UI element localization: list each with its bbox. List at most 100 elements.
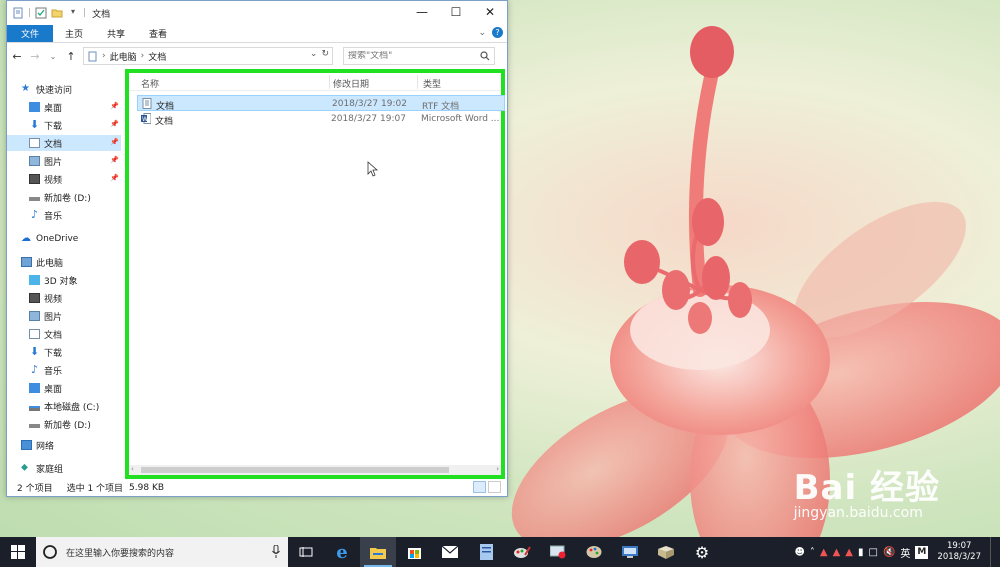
system-tray: ☻ ˄ ▲ ▲ ▲ ▮ □ 🔇 英 M 19:07 2018/3/27	[794, 537, 1000, 567]
computer-icon	[21, 257, 32, 267]
search-input[interactable]	[348, 51, 468, 61]
microphone-icon[interactable]	[272, 545, 280, 558]
sidebar-item-drive-d[interactable]: 新加卷 (D:)	[29, 189, 121, 205]
tray-app-icon[interactable]: ▲	[845, 547, 853, 558]
sidebar-item-pc-documents[interactable]: 文档	[29, 326, 121, 342]
tab-share[interactable]: 共享	[95, 25, 137, 42]
sidebar-item-documents[interactable]: 文档 📌	[7, 135, 121, 151]
show-hidden-icons-chevron-icon[interactable]: ˄	[810, 547, 815, 558]
sidebar-item-homegroup[interactable]: ⬥ 家庭组	[21, 460, 135, 476]
sidebar-item-pc-desktop[interactable]: 桌面	[29, 380, 121, 396]
sidebar-item-pictures[interactable]: 图片 📌	[29, 153, 121, 169]
action-center-icon[interactable]: □	[869, 547, 878, 558]
sidebar-item-pc-music[interactable]: ♪ 音乐	[29, 362, 121, 378]
pin-icon[interactable]: 📌	[110, 174, 119, 182]
breadcrumb-this-pc[interactable]: 此电脑	[110, 50, 137, 63]
sidebar-item-music[interactable]: ♪ 音乐	[29, 207, 121, 223]
up-arrow-icon[interactable]: ↑	[65, 50, 77, 63]
properties-icon[interactable]	[35, 7, 47, 19]
sidebar-item-pc-drive-d[interactable]: 新加卷 (D:)	[29, 416, 121, 432]
sidebar-item-label: 图片	[44, 157, 63, 168]
table-row[interactable]: 文档 2018/3/27 19:02 RTF 文档	[137, 95, 505, 112]
column-header-date[interactable]: 修改日期	[333, 77, 369, 90]
taskbar-search-box[interactable]: 在这里输入你要搜索的内容	[36, 537, 288, 567]
file-date: 2018/3/27 19:02	[332, 99, 407, 109]
file-explorer-window: | ▾ | 文档 — ☐ ✕ 文件 主页 共享 查看 ⌄ ? ← → ⌄ ↑ ›…	[6, 0, 508, 497]
large-icons-view-button[interactable]	[488, 481, 501, 493]
edge-browser-icon: e	[336, 541, 348, 563]
taskbar-network-app[interactable]	[612, 537, 648, 567]
column-header-type[interactable]: 类型	[423, 77, 441, 90]
taskbar-folder-app[interactable]	[648, 537, 684, 567]
input-language-indicator[interactable]: 英	[900, 545, 910, 560]
minimize-button[interactable]: —	[405, 1, 439, 23]
taskbar-store[interactable]	[396, 537, 432, 567]
sidebar-item-network[interactable]: 网络	[21, 437, 135, 453]
sidebar-item-onedrive[interactable]: ☁ OneDrive	[21, 231, 135, 247]
taskbar-screen-app[interactable]	[540, 537, 576, 567]
tab-view[interactable]: 查看	[137, 25, 179, 42]
address-bar[interactable]: › 此电脑 › 文档 ⌄ ↻	[83, 47, 333, 65]
search-box[interactable]	[343, 47, 495, 65]
clock-time: 19:07	[946, 541, 972, 551]
horizontal-scrollbar[interactable]: ‹ ›	[129, 465, 501, 475]
scroll-right-icon[interactable]: ›	[496, 465, 499, 473]
pin-icon[interactable]: 📌	[110, 120, 119, 128]
sidebar-item-pc-downloads[interactable]: ⬇ 下载	[29, 344, 121, 360]
tray-app-icon[interactable]: ▲	[820, 547, 828, 558]
clock[interactable]: 19:07 2018/3/27	[937, 541, 981, 563]
taskbar-palette-app[interactable]	[576, 537, 612, 567]
taskbar-edge[interactable]: e	[324, 537, 360, 567]
people-icon[interactable]: ☻	[794, 547, 804, 558]
sidebar-item-downloads[interactable]: ⬇ 下载 📌	[29, 117, 121, 133]
details-view-button[interactable]	[473, 481, 486, 493]
taskbar-settings[interactable]: ⚙	[684, 537, 720, 567]
pin-icon[interactable]: 📌	[110, 138, 119, 146]
refresh-icon[interactable]: ↻	[321, 49, 329, 59]
sidebar-item-quick-access[interactable]: ★ 快速访问	[21, 81, 135, 97]
start-button[interactable]	[0, 537, 36, 567]
back-arrow-icon[interactable]: ←	[11, 50, 23, 63]
taskbar-file-explorer[interactable]	[360, 537, 396, 567]
breadcrumb-documents[interactable]: 文档	[148, 50, 166, 63]
remote-desktop-icon	[622, 546, 638, 558]
show-desktop-button[interactable]	[990, 537, 994, 567]
customize-quick-access-icon[interactable]: ▾	[67, 7, 79, 19]
tray-app-icon[interactable]: ▲	[833, 547, 841, 558]
pin-icon[interactable]: 📌	[110, 156, 119, 164]
scroll-left-icon[interactable]: ‹	[131, 465, 134, 473]
task-view-button[interactable]	[288, 537, 324, 567]
sidebar-item-3d-objects[interactable]: 3D 对象	[29, 272, 121, 288]
sidebar-item-pc-videos[interactable]: 视频	[29, 290, 121, 306]
tab-home[interactable]: 主页	[53, 25, 95, 42]
forward-arrow-icon[interactable]: →	[29, 50, 41, 63]
close-button[interactable]: ✕	[473, 1, 507, 23]
volume-muted-icon[interactable]: 🔇	[883, 547, 895, 558]
new-folder-icon[interactable]	[51, 7, 63, 19]
sidebar-item-desktop[interactable]: 桌面 📌	[29, 99, 121, 115]
ime-mode-indicator[interactable]: M	[915, 545, 929, 559]
pin-icon[interactable]: 📌	[110, 102, 119, 110]
scrollbar-thumb[interactable]	[141, 467, 449, 473]
taskbar-paint[interactable]	[504, 537, 540, 567]
column-header-name[interactable]: 名称	[141, 77, 159, 90]
sidebar-item-label: 家庭组	[36, 464, 64, 475]
maximize-button[interactable]: ☐	[439, 1, 473, 23]
table-row[interactable]: W 文档 2018/3/27 19:07 Microsoft Word ...	[137, 111, 505, 127]
help-icon[interactable]: ?	[492, 27, 503, 38]
taskbar-app-blue[interactable]	[468, 537, 504, 567]
sidebar-item-pc-pictures[interactable]: 图片	[29, 308, 121, 324]
battery-icon[interactable]: ▮	[858, 547, 864, 558]
search-icon[interactable]	[480, 51, 490, 61]
title-bar[interactable]: | ▾ | 文档 — ☐ ✕	[7, 1, 507, 25]
sidebar-item-videos[interactable]: 视频 📌	[29, 171, 121, 187]
sidebar-item-drive-c[interactable]: 本地磁盘 (C:)	[29, 398, 121, 414]
recent-locations-icon[interactable]: ⌄	[47, 52, 59, 61]
taskbar: 在这里输入你要搜索的内容 e ⚙ ☻ ˄ ▲ ▲ ▲ ▮ □ 🔇 英 M 19:…	[0, 537, 1000, 567]
tab-file[interactable]: 文件	[7, 25, 54, 42]
expand-ribbon-icon[interactable]: ⌄	[478, 28, 486, 38]
taskbar-mail[interactable]	[432, 537, 468, 567]
star-icon: ★	[21, 83, 30, 94]
address-dropdown-icon[interactable]: ⌄	[310, 49, 318, 59]
sidebar-item-this-pc[interactable]: 此电脑	[21, 254, 135, 270]
